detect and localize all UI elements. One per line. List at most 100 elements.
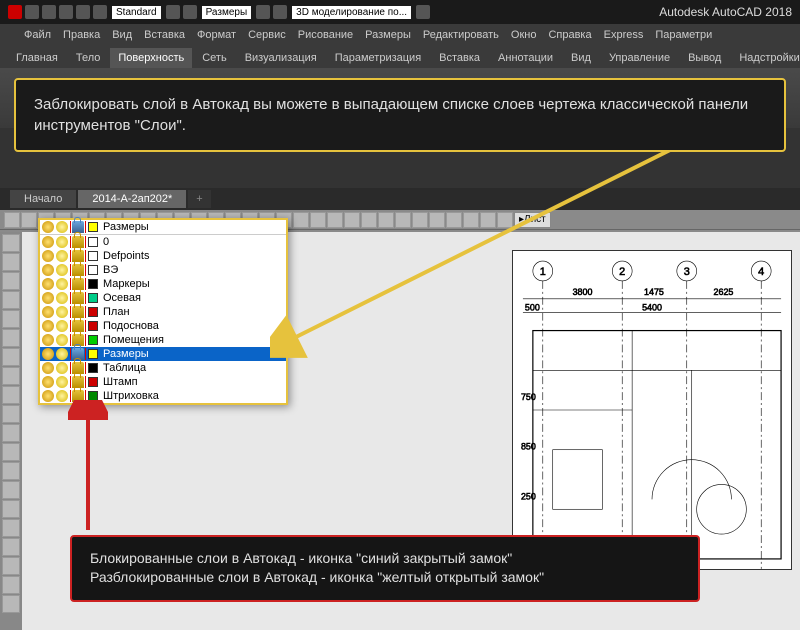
toolbar-button[interactable] (429, 212, 445, 228)
ribbon-tab-annotate[interactable]: Аннотации (490, 48, 561, 68)
draw-tool-button[interactable] (2, 519, 20, 537)
ribbon-tab-mesh[interactable]: Сеть (194, 48, 234, 68)
lightbulb-icon[interactable] (42, 292, 54, 304)
color-swatch[interactable] (88, 321, 98, 331)
ribbon-tab-manage[interactable]: Управление (601, 48, 678, 68)
lightbulb-icon[interactable] (42, 390, 54, 402)
toolbar-button[interactable] (293, 212, 309, 228)
draw-tool-button[interactable] (2, 424, 20, 442)
freeze-icon[interactable] (56, 250, 68, 262)
sheet-selector[interactable]: ▸ Лист (514, 212, 551, 228)
toolbar-button[interactable] (378, 212, 394, 228)
file-tab-drawing[interactable]: 2014-А-2ап202* (78, 190, 186, 208)
freeze-icon[interactable] (56, 236, 68, 248)
freeze-icon[interactable] (56, 320, 68, 332)
freeze-icon[interactable] (56, 376, 68, 388)
toolbar-button[interactable] (463, 212, 479, 228)
toolbar-button[interactable] (412, 212, 428, 228)
toolbar-button[interactable] (344, 212, 360, 228)
dim-style-selector[interactable]: Размеры (202, 6, 252, 19)
menu-view[interactable]: Вид (112, 29, 132, 41)
color-swatch[interactable] (88, 265, 98, 275)
menu-modify[interactable]: Редактировать (423, 29, 499, 41)
menu-edit[interactable]: Правка (63, 29, 100, 41)
layer-dropdown-list[interactable]: Размеры0DefpointsВЭМаркерыОсеваяПланПодо… (38, 218, 288, 405)
lightbulb-icon[interactable] (42, 348, 54, 360)
lock-open-icon[interactable] (72, 390, 84, 402)
lightbulb-icon[interactable] (42, 306, 54, 318)
toolbar-button[interactable] (21, 212, 37, 228)
new-tab-button[interactable]: + (188, 190, 210, 208)
menu-window[interactable]: Окно (511, 29, 537, 41)
menu-tools[interactable]: Сервис (248, 29, 286, 41)
draw-tool-button[interactable] (2, 538, 20, 556)
lightbulb-icon[interactable] (42, 362, 54, 374)
settings-icon[interactable] (416, 5, 430, 19)
freeze-icon[interactable] (56, 348, 68, 360)
menu-parametric[interactable]: Параметри (655, 29, 712, 41)
layer-row[interactable]: Штриховка (40, 389, 286, 403)
draw-tool-button[interactable] (2, 500, 20, 518)
draw-tool-button[interactable] (2, 557, 20, 575)
text-style-selector[interactable]: Standard (112, 6, 161, 19)
freeze-icon[interactable] (56, 292, 68, 304)
lightbulb-icon[interactable] (42, 264, 54, 276)
ribbon-tab-visualize[interactable]: Визуализация (237, 48, 325, 68)
toolbar-button[interactable] (361, 212, 377, 228)
color-swatch[interactable] (88, 349, 98, 359)
draw-tool-button[interactable] (2, 462, 20, 480)
draw-tool-button[interactable] (2, 253, 20, 271)
redo-icon[interactable] (76, 5, 90, 19)
refresh-icon[interactable] (166, 5, 180, 19)
menu-insert[interactable]: Вставка (144, 29, 185, 41)
lightbulb-icon[interactable] (42, 320, 54, 332)
toolbar-button[interactable] (480, 212, 496, 228)
draw-tool-button[interactable] (2, 443, 20, 461)
menu-express[interactable]: Express (604, 29, 644, 41)
file-tab-start[interactable]: Начало (10, 190, 76, 208)
lightbulb-icon[interactable] (42, 278, 54, 290)
workspace-selector[interactable]: 3D моделирование по... (292, 6, 411, 19)
freeze-icon[interactable] (56, 306, 68, 318)
color-swatch[interactable] (88, 222, 98, 232)
save-icon[interactable] (25, 5, 39, 19)
menu-help[interactable]: Справка (548, 29, 591, 41)
lightbulb-icon[interactable] (42, 221, 54, 233)
color-swatch[interactable] (88, 251, 98, 261)
ribbon-tab-addins[interactable]: Надстройки (731, 48, 800, 68)
draw-tool-button[interactable] (2, 310, 20, 328)
draw-tool-button[interactable] (2, 405, 20, 423)
color-swatch[interactable] (88, 293, 98, 303)
freeze-icon[interactable] (56, 334, 68, 346)
toolbar-button[interactable] (395, 212, 411, 228)
draw-tool-button[interactable] (2, 329, 20, 347)
print-icon[interactable] (93, 5, 107, 19)
toolbar-button[interactable] (327, 212, 343, 228)
draw-tool-button[interactable] (2, 481, 20, 499)
menu-dimension[interactable]: Размеры (365, 29, 411, 41)
toolbar-button[interactable] (446, 212, 462, 228)
tool-icon[interactable] (183, 5, 197, 19)
lightbulb-icon[interactable] (42, 376, 54, 388)
freeze-icon[interactable] (56, 278, 68, 290)
ribbon-tab-solid[interactable]: Тело (68, 48, 109, 68)
color-swatch[interactable] (88, 279, 98, 289)
draw-tool-button[interactable] (2, 234, 20, 252)
menu-draw[interactable]: Рисование (298, 29, 353, 41)
draw-tool-button[interactable] (2, 272, 20, 290)
freeze-icon[interactable] (56, 390, 68, 402)
draw-tool-button[interactable] (2, 367, 20, 385)
draw-tool-button[interactable] (2, 291, 20, 309)
lightbulb-icon[interactable] (42, 334, 54, 346)
menu-format[interactable]: Формат (197, 29, 236, 41)
color-swatch[interactable] (88, 237, 98, 247)
toolbar-button[interactable] (4, 212, 20, 228)
app-menu-icon[interactable] (8, 5, 22, 19)
color-swatch[interactable] (88, 307, 98, 317)
draw-tool-button[interactable] (2, 386, 20, 404)
draw-tool-button[interactable] (2, 595, 20, 613)
toolbar-button[interactable] (497, 212, 513, 228)
lightbulb-icon[interactable] (42, 250, 54, 262)
freeze-icon[interactable] (56, 362, 68, 374)
ribbon-tab-insert[interactable]: Вставка (431, 48, 488, 68)
